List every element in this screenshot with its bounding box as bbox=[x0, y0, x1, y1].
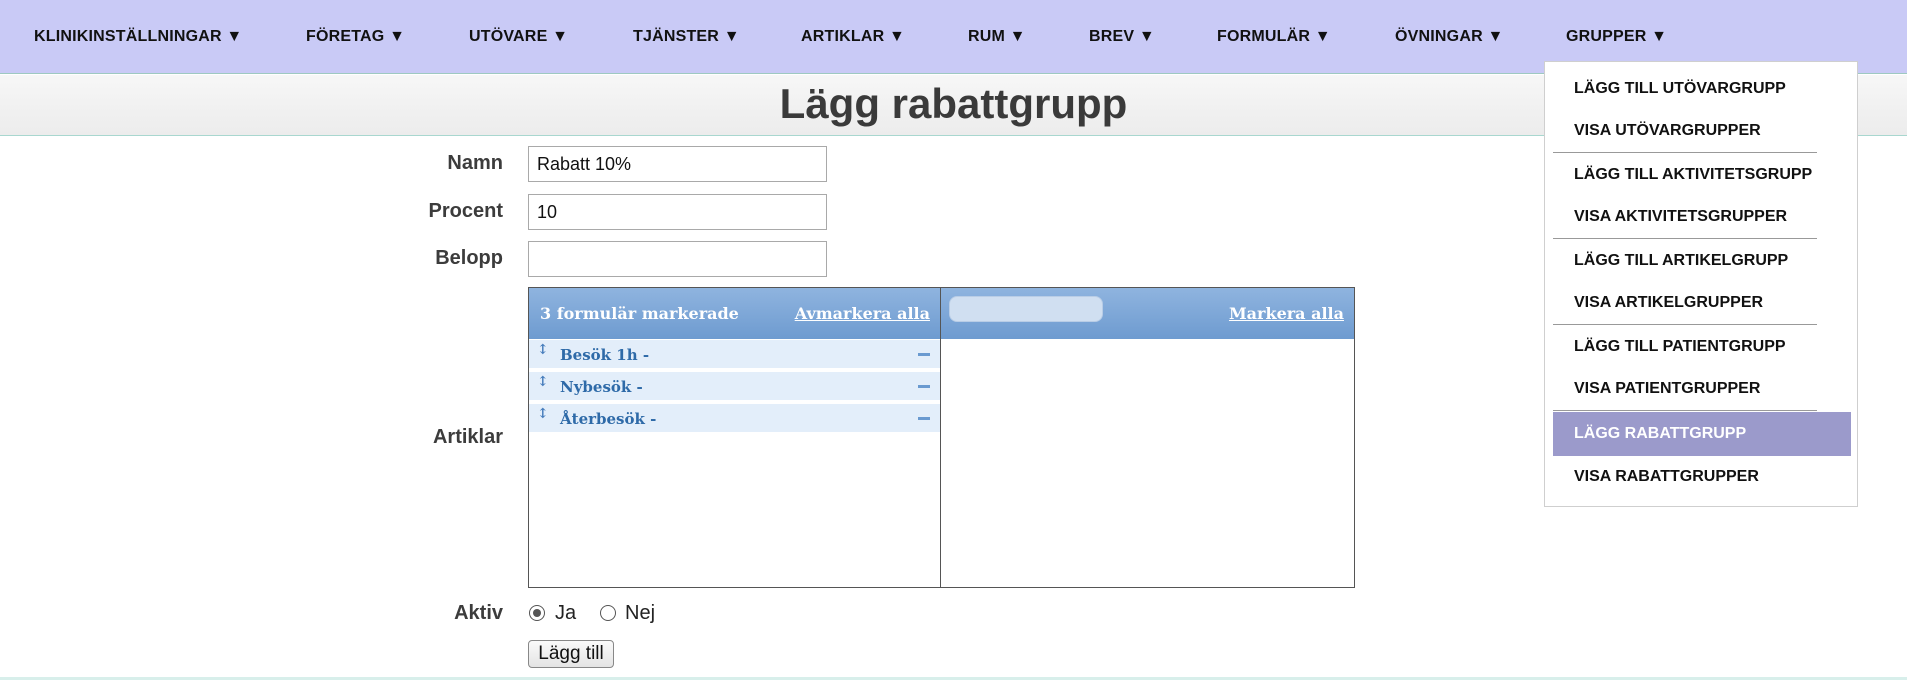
nav-klinikinstallningar[interactable]: KLINIKINSTÄLLNINGAR ▼ bbox=[34, 28, 242, 46]
active-no-radio[interactable] bbox=[600, 605, 616, 621]
selected-header: 3 formulär markerade Avmarkera alla bbox=[529, 288, 940, 339]
active-yes-radio[interactable] bbox=[529, 605, 545, 621]
drag-handle-icon[interactable]: ↕ bbox=[537, 406, 549, 422]
nav-rum[interactable]: RUM ▼ bbox=[968, 28, 1026, 46]
menu-add-article-group[interactable]: LÄGG TILL ARTIKELGRUPP bbox=[1574, 252, 1788, 270]
nav-grupper[interactable]: GRUPPER ▼ bbox=[1566, 28, 1667, 46]
menu-add-discount-group[interactable]: LÄGG RABATTGRUPP bbox=[1574, 425, 1746, 443]
remove-icon[interactable] bbox=[918, 385, 930, 388]
filter-input[interactable] bbox=[949, 296, 1103, 322]
grupper-dropdown-menu: LÄGG TILL UTÖVARGRUPP VISA UTÖVARGRUPPER… bbox=[1544, 61, 1858, 507]
amount-label: Belopp bbox=[435, 247, 503, 269]
nav-foretag[interactable]: FÖRETAG ▼ bbox=[306, 28, 405, 46]
selected-item-label: Nybesök - bbox=[560, 378, 643, 396]
nav-artiklar[interactable]: ARTIKLAR ▼ bbox=[801, 28, 905, 46]
active-yes-label: Ja bbox=[555, 602, 577, 624]
deselect-all-link[interactable]: Avmarkera alla bbox=[795, 304, 930, 323]
menu-view-article-groups[interactable]: VISA ARTIKELGRUPPER bbox=[1574, 294, 1763, 312]
nav-ovningar[interactable]: ÖVNINGAR ▼ bbox=[1395, 28, 1504, 46]
nav-formular[interactable]: FORMULÄR ▼ bbox=[1217, 28, 1331, 46]
drag-handle-icon[interactable]: ↕ bbox=[537, 374, 549, 390]
active-no-label: Nej bbox=[625, 602, 656, 624]
selected-item[interactable]: ↕ Besök 1h - bbox=[529, 340, 940, 369]
add-button[interactable]: Lägg till bbox=[528, 640, 614, 668]
name-input[interactable] bbox=[528, 146, 827, 182]
nav-tjanster[interactable]: TJÄNSTER ▼ bbox=[633, 28, 740, 46]
menu-divider bbox=[1553, 410, 1817, 411]
articles-multiselect: 3 formulär markerade Avmarkera alla ↕ Be… bbox=[528, 287, 1355, 588]
nav-utovare[interactable]: UTÖVARE ▼ bbox=[469, 28, 568, 46]
menu-divider bbox=[1553, 238, 1817, 239]
selected-item-label: Återbesök - bbox=[560, 410, 657, 428]
menu-view-patient-groups[interactable]: VISA PATIENTGRUPPER bbox=[1574, 380, 1760, 398]
selected-item[interactable]: ↕ Nybesök - bbox=[529, 372, 940, 401]
selected-item[interactable]: ↕ Återbesök - bbox=[529, 404, 940, 433]
menu-add-patient-group[interactable]: LÄGG TILL PATIENTGRUPP bbox=[1574, 338, 1786, 356]
available-header: Markera alla bbox=[941, 288, 1354, 339]
menu-divider bbox=[1553, 152, 1817, 153]
menu-view-activity-groups[interactable]: VISA AKTIVITETSGRUPPER bbox=[1574, 208, 1787, 226]
menu-add-practitioner-group[interactable]: LÄGG TILL UTÖVARGRUPP bbox=[1574, 80, 1786, 98]
articles-label: Artiklar bbox=[432, 426, 503, 448]
active-label: Aktiv bbox=[454, 602, 503, 624]
menu-view-practitioner-groups[interactable]: VISA UTÖVARGRUPPER bbox=[1574, 122, 1761, 140]
drag-handle-icon[interactable]: ↕ bbox=[537, 342, 549, 358]
name-label: Namn bbox=[447, 152, 503, 174]
menu-divider bbox=[1553, 324, 1817, 325]
remove-icon[interactable] bbox=[918, 417, 930, 420]
menu-view-discount-groups[interactable]: VISA RABATTGRUPPER bbox=[1574, 468, 1759, 486]
nav-brev[interactable]: BREV ▼ bbox=[1089, 28, 1155, 46]
select-all-link[interactable]: Markera alla bbox=[1229, 304, 1344, 323]
selected-count: 3 formulär markerade bbox=[540, 304, 739, 323]
percent-input[interactable] bbox=[528, 194, 827, 230]
available-articles-panel: Markera alla bbox=[941, 288, 1354, 587]
selected-articles-panel: 3 formulär markerade Avmarkera alla ↕ Be… bbox=[529, 288, 941, 587]
menu-add-activity-group[interactable]: LÄGG TILL AKTIVITETSGRUPP bbox=[1574, 166, 1812, 184]
amount-input[interactable] bbox=[528, 241, 827, 277]
remove-icon[interactable] bbox=[918, 353, 930, 356]
selected-item-label: Besök 1h - bbox=[560, 346, 650, 364]
percent-label: Procent bbox=[428, 200, 503, 222]
